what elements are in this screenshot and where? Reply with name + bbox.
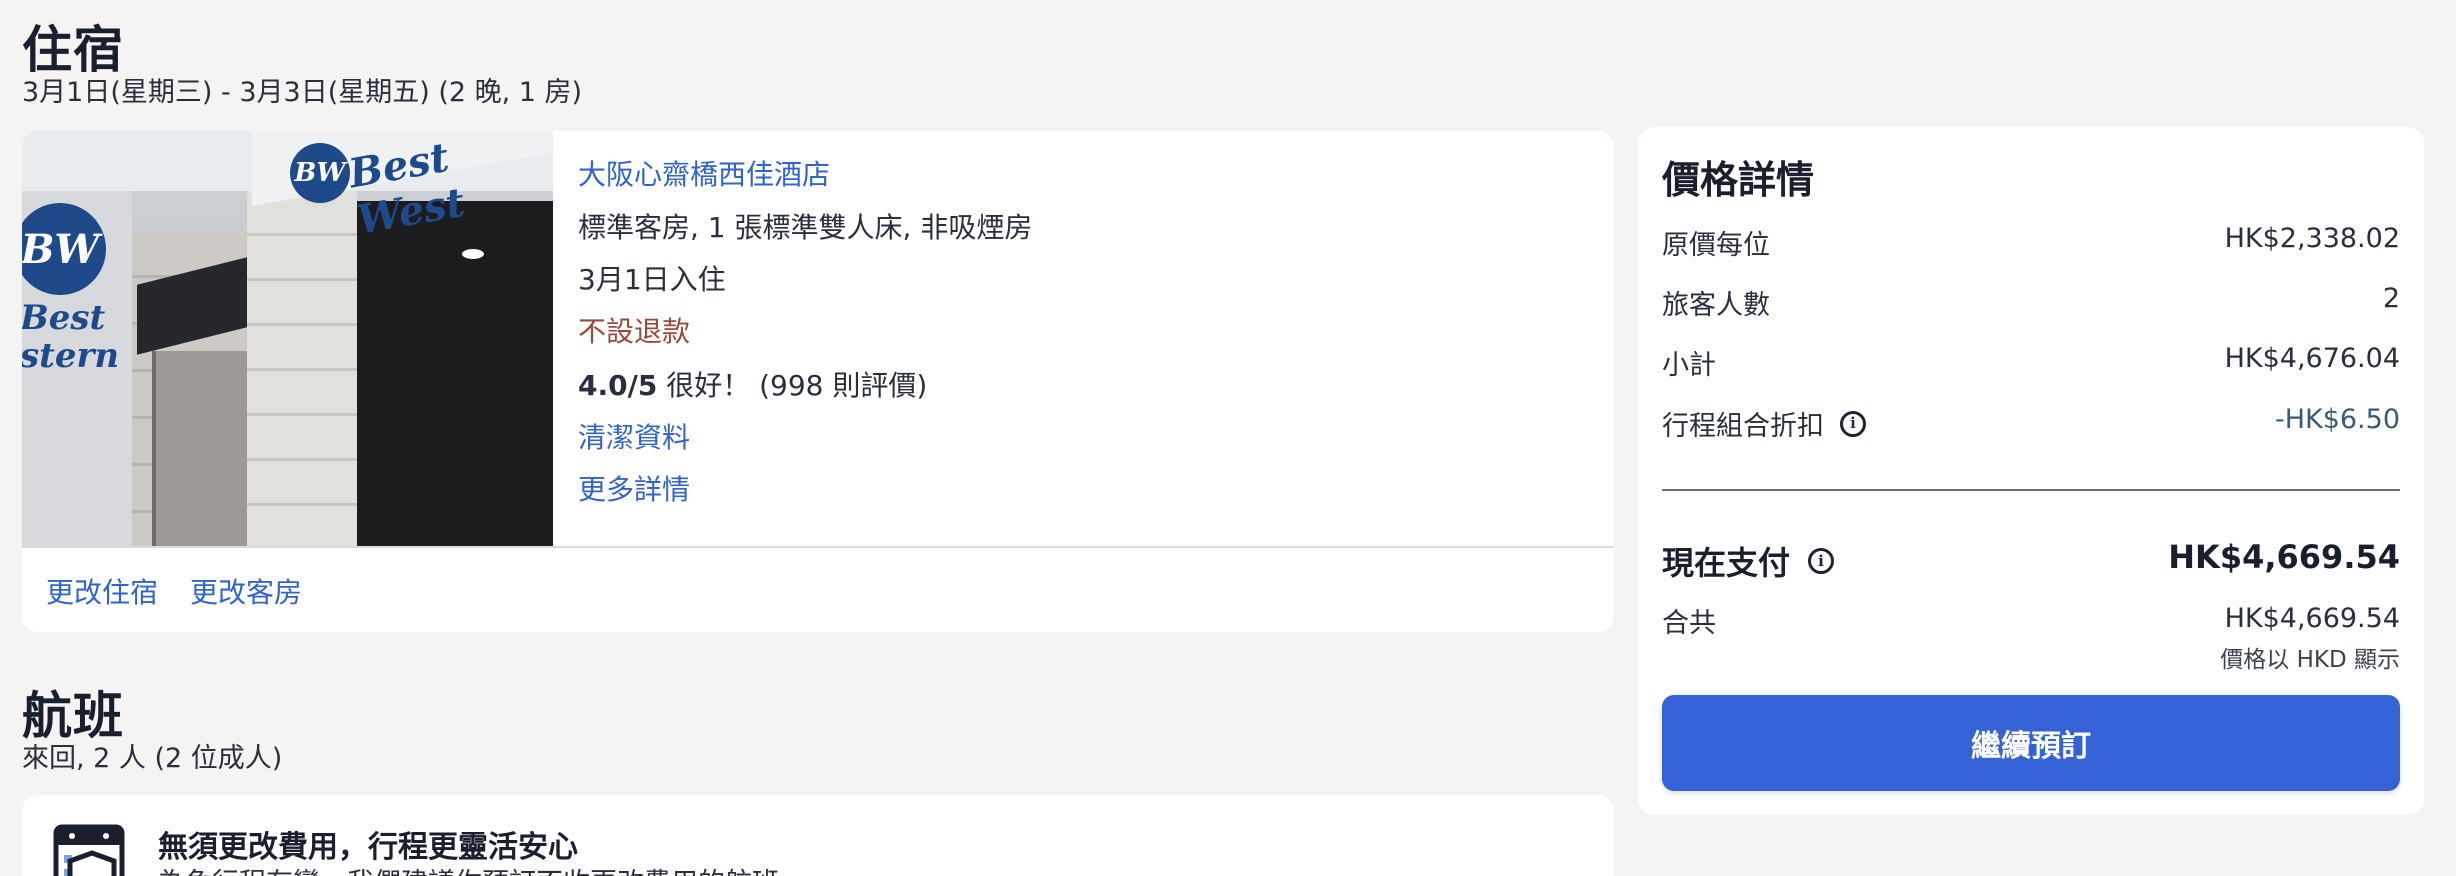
checkin-date: 3月1日入住 bbox=[578, 263, 726, 296]
price-row-label: 小計 bbox=[1662, 350, 1716, 381]
pay-now-text: 現在支付 bbox=[1662, 544, 1791, 582]
info-icon[interactable]: i bbox=[1808, 548, 1835, 574]
stay-dates: 3月1日(星期三) - 3月3日(星期五) (2 晚, 1 房) bbox=[22, 77, 583, 108]
hotel-photo[interactable]: BW Best West BW Best stern bbox=[22, 131, 553, 546]
price-row-value: HK$2,338.02 bbox=[2224, 223, 2400, 254]
price-row-label: 原價每位 bbox=[1662, 230, 1770, 261]
change-room-link[interactable]: 更改客房 bbox=[190, 571, 302, 611]
refund-policy: 不設退款 bbox=[578, 315, 691, 348]
cleaning-info-link[interactable]: 清潔資料 bbox=[578, 416, 690, 456]
price-details-panel: 價格詳情 原價每位 HK$2,338.02 旅客人數 2 小計 HK$4,676… bbox=[1638, 127, 2424, 815]
bundle-discount-label: 行程組合折扣 i bbox=[1662, 404, 1866, 443]
hotel-logo-icon: BW bbox=[290, 143, 350, 203]
photo-door bbox=[152, 351, 247, 546]
photo-entrance bbox=[357, 201, 553, 546]
photo-pillar bbox=[247, 191, 357, 546]
checkout-page: 住宿 3月1日(星期三) - 3月3日(星期五) (2 晚, 1 房) BW B… bbox=[0, 0, 2456, 876]
rating-score: 4.0/5 bbox=[578, 369, 658, 402]
price-details-title: 價格詳情 bbox=[1662, 158, 1815, 202]
hotel-rating: 4.0/5 很好！ (998 則評價) bbox=[578, 364, 927, 404]
hotel-name-link[interactable]: 大阪心齋橋西佳酒店 bbox=[578, 153, 830, 193]
room-description: 標準客房, 1 張標準雙人床, 非吸煙房 bbox=[578, 211, 1033, 244]
flight-banner-heading: 無須更改費用，行程更靈活安心 bbox=[158, 830, 578, 865]
flight-banner: 無須更改費用，行程更靈活安心 為免行程有變，我們建議你預訂不收更改費用的航班 bbox=[22, 795, 1614, 876]
hotel-logo-left-text: Best stern bbox=[22, 298, 120, 376]
bundle-discount-value: -HK$6.50 bbox=[2274, 404, 2400, 435]
flight-summary: 來回, 2 人 (2 位成人) bbox=[22, 743, 283, 774]
pay-now-label: 現在支付 i bbox=[1662, 538, 1835, 584]
currency-note: 價格以 HKD 顯示 bbox=[2220, 647, 2400, 673]
card-divider bbox=[553, 546, 1614, 548]
calendar-shield-icon bbox=[53, 824, 125, 876]
info-icon[interactable]: i bbox=[1840, 410, 1866, 437]
hotel-card: BW Best West BW Best stern 大阪心齋橋西佳酒店 標準客房… bbox=[22, 131, 1614, 632]
change-stay-link[interactable]: 更改住宿 bbox=[46, 571, 158, 611]
total-value: HK$4,669.54 bbox=[2224, 603, 2400, 634]
price-divider bbox=[1662, 489, 2400, 491]
price-row-value: 2 bbox=[2382, 283, 2400, 314]
price-row-label: 旅客人數 bbox=[1662, 290, 1770, 321]
continue-booking-button[interactable]: 繼續預訂 bbox=[1662, 695, 2400, 791]
more-details-link[interactable]: 更多詳情 bbox=[578, 468, 690, 508]
pay-now-value: HK$4,669.54 bbox=[2168, 538, 2400, 576]
rating-text: 很好！ (998 則評價) bbox=[657, 369, 928, 402]
total-label: 合共 bbox=[1662, 608, 1716, 639]
flight-banner-body: 為免行程有變，我們建議你預訂不收更改費用的航班 bbox=[158, 861, 779, 876]
bundle-discount-text: 行程組合折扣 bbox=[1662, 411, 1824, 442]
card-divider bbox=[22, 546, 553, 548]
price-row-value: HK$4,676.04 bbox=[2224, 343, 2400, 374]
photo-light bbox=[462, 249, 484, 259]
